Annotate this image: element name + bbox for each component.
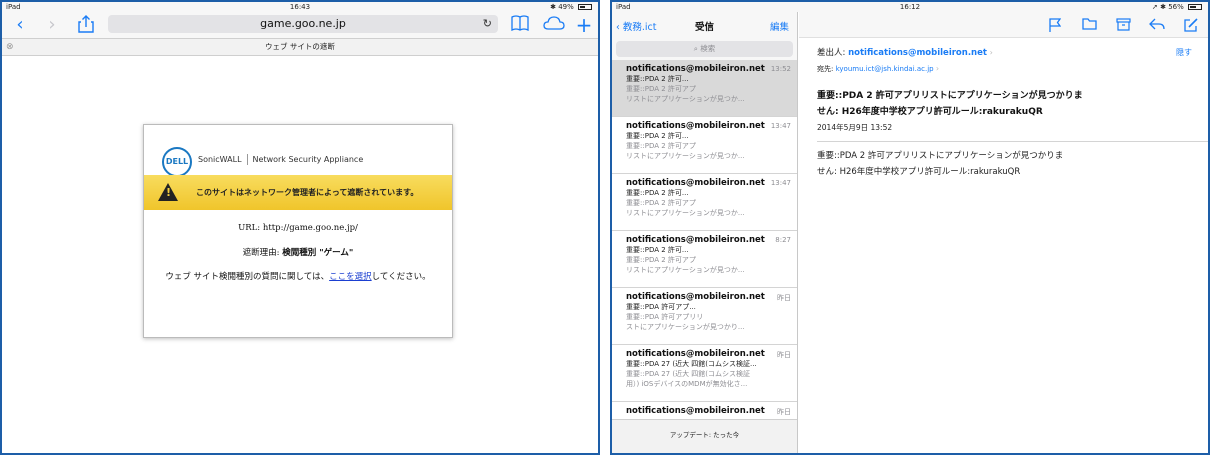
chevron-right-icon: › — [989, 48, 993, 57]
reply-icon[interactable] — [1149, 18, 1165, 34]
back-icon[interactable]: ‹ — [10, 15, 30, 35]
block-page-card: DELL SonicWALL Network Security Appliance… — [143, 124, 453, 338]
flag-icon[interactable] — [1047, 18, 1063, 34]
status-bar: iPad 16:12 ➚ ✱ 56% — [612, 2, 1208, 12]
address-bar[interactable]: game.goo.ne.jp ↻ — [108, 15, 498, 33]
message-date: 2014年5月9日 13:52 — [817, 123, 893, 132]
blocked-url: URL: http://game.goo.ne.jp/ — [238, 223, 358, 233]
message-detail-pane: 差出人: notifications@mobileiron.net › 宛先: … — [799, 12, 1208, 453]
recipient-line: 宛先: kyoumu.ict@jsh.kindai.ac.jp › — [817, 64, 940, 73]
tab-bar: ⊗ ウェブ サイトの遮断 — [2, 38, 598, 56]
mailbox-nav: ‹ 教務.ict 受信 編集 — [612, 12, 797, 38]
compose-icon[interactable] — [1183, 18, 1199, 34]
list-item[interactable]: notifications@mobileiron.net 13:47 重要::P… — [612, 174, 797, 231]
reload-icon[interactable]: ↻ — [483, 15, 492, 33]
edit-button[interactable]: 編集 — [770, 19, 789, 33]
update-status: アップデート: たった今 — [612, 419, 797, 453]
back-button[interactable]: ‹ 教務.ict — [616, 19, 656, 33]
battery-status: ➚ ✱ 56% — [1152, 3, 1202, 11]
list-item[interactable]: notifications@mobileiron.net 昨日 — [612, 402, 797, 419]
bookmarks-icon[interactable] — [510, 15, 530, 35]
appliance-name: Network Security Appliance — [252, 155, 364, 164]
location-icon: ➚ — [1151, 3, 1158, 11]
battery-fill — [1190, 6, 1196, 8]
status-bar: iPad 16:43 ✱ 49% — [2, 2, 598, 12]
search-bar: ⌕ 検索 — [612, 38, 797, 60]
list-item[interactable]: notifications@mobileiron.net 13:52 重要::P… — [612, 60, 797, 117]
brand-text: SonicWALL Network Security Appliance — [198, 154, 363, 165]
share-icon[interactable] — [76, 15, 96, 35]
battery-icon — [578, 4, 592, 10]
search-input[interactable]: ⌕ 検索 — [616, 41, 793, 57]
mail-screenshot: iPad 16:12 ➚ ✱ 56% ‹ 教務.ict 受信 編集 ⌕ 検索 n… — [610, 0, 1210, 455]
web-content: DELL SonicWALL Network Security Appliance… — [2, 58, 598, 453]
url-text: game.goo.ne.jp — [260, 17, 346, 30]
block-reason: 遮断理由: 検閲種別 "ゲーム" — [242, 248, 354, 258]
message-subject: 重要::PDA 2 許可アプリリストにアプリケーションが見つかりま せん: H2… — [817, 91, 1083, 117]
icloud-tabs-icon[interactable] — [542, 15, 566, 35]
message-header: 差出人: notifications@mobileiron.net › 宛先: … — [799, 38, 1208, 74]
block-category: 検閲種別 "ゲーム" — [282, 248, 354, 258]
sender-address[interactable]: notifications@mobileiron.net — [848, 48, 987, 58]
clock: 16:12 — [899, 3, 921, 11]
dell-logo: DELL — [162, 147, 192, 177]
list-item[interactable]: notifications@mobileiron.net 8:27 重要::PD… — [612, 231, 797, 288]
mailbox-list-pane: ‹ 教務.ict 受信 編集 ⌕ 検索 notifications@mobile… — [612, 12, 798, 453]
message-list: notifications@mobileiron.net 13:52 重要::P… — [612, 60, 797, 419]
battery-percent: 49% — [558, 3, 574, 11]
warning-icon — [158, 183, 178, 201]
block-details: URL: http://game.goo.ne.jp/ 遮断理由: 検閲種別 "… — [144, 223, 452, 297]
hide-details-button[interactable]: 隠す — [1176, 47, 1192, 58]
bluetooth-icon: ✱ — [550, 3, 556, 11]
message-body: 重要::PDA 2 許可アプリリストにアプリケーションが見つかりま せん: H2… — [817, 151, 1064, 177]
clock: 16:43 — [289, 3, 311, 11]
close-tab-icon[interactable]: ⊗ — [6, 39, 14, 55]
new-tab-icon[interactable]: + — [574, 15, 594, 35]
forward-icon[interactable]: › — [42, 15, 62, 35]
recipient-address[interactable]: kyoumu.ict@jsh.kindai.ac.jp — [836, 65, 934, 73]
archive-icon[interactable] — [1115, 18, 1131, 34]
bluetooth-icon: ✱ — [1160, 3, 1166, 11]
search-icon: ⌕ — [693, 44, 698, 53]
battery-percent: 56% — [1168, 3, 1184, 11]
warning-text: このサイトはネットワーク管理者によって遮断されています。 — [196, 188, 419, 197]
safari-screenshot: iPad 16:43 ✱ 49% ‹ › game.goo.ne.jp ↻ + … — [0, 0, 600, 455]
help-text: ウェブ サイト検閲種別の質問に関しては、ここを選択してください。 — [165, 272, 431, 282]
tab-title[interactable]: ウェブ サイトの遮断 — [265, 42, 335, 51]
list-item[interactable]: notifications@mobileiron.net 13:47 重要::P… — [612, 117, 797, 174]
sender-line: 差出人: notifications@mobileiron.net › — [817, 48, 993, 58]
list-item[interactable]: notifications@mobileiron.net 昨日 重要::PDA … — [612, 345, 797, 402]
battery-icon — [1188, 4, 1202, 10]
warning-banner: このサイトはネットワーク管理者によって遮断されています。 — [144, 175, 452, 210]
brand-header: DELL SonicWALL Network Security Appliance — [144, 125, 452, 177]
folder-icon[interactable] — [1081, 18, 1097, 34]
chevron-right-icon: › — [935, 64, 940, 73]
list-item[interactable]: notifications@mobileiron.net 昨日 重要::PDA … — [612, 288, 797, 345]
message-toolbar — [799, 12, 1208, 38]
battery-status: ✱ 49% — [550, 3, 592, 11]
safari-toolbar: ‹ › game.goo.ne.jp ↻ + — [2, 12, 598, 38]
select-here-link[interactable]: ここを選択 — [329, 272, 372, 282]
battery-fill — [580, 6, 585, 8]
product-name: SonicWALL — [198, 155, 242, 164]
